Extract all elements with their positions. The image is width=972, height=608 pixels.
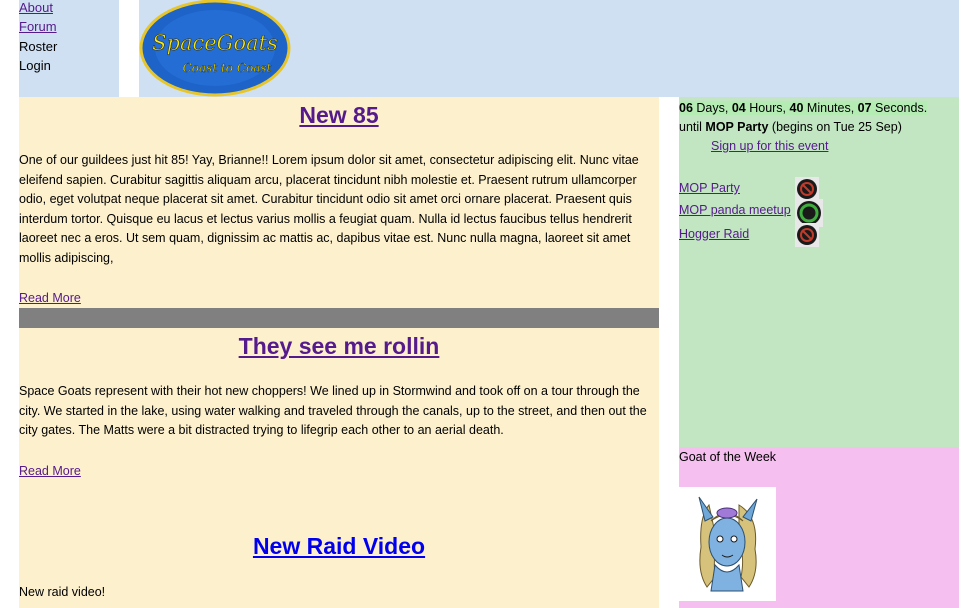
post-body-new-85: One of our guildees just hit 85! Yay, Br…: [19, 153, 639, 265]
header-banner: SpaceGoats Coast to Coast: [139, 0, 959, 97]
event-link-hogger-raid[interactable]: Hogger Raid: [679, 227, 749, 241]
signup-event-link[interactable]: Sign up for this event: [711, 139, 828, 153]
event-link-mop-party[interactable]: MOP Party: [679, 181, 740, 195]
post-title-they-see-me-rollin[interactable]: They see me rollin: [19, 333, 659, 360]
nav-roster-link[interactable]: Roster: [19, 39, 57, 55]
read-more-link[interactable]: Read More: [19, 291, 81, 305]
post-body-they-see-me-rollin: Space Goats represent with their hot new…: [19, 384, 647, 438]
nav-login-link[interactable]: Login: [19, 58, 51, 74]
event-status-icon: [795, 223, 819, 247]
event-row: MOP panda meetup: [679, 199, 959, 227]
countdown-timer: 06 Days, 04 Hours, 40 Minutes, 07 Second…: [679, 101, 928, 115]
post-divider: [19, 308, 659, 328]
nav-sidebar: About Forum Roster Login: [19, 0, 119, 97]
post-title-new-85[interactable]: New 85: [19, 102, 659, 129]
logo-line1-text: SpaceGoats: [152, 31, 278, 55]
goat-of-the-week-title: Goat of the Week: [679, 450, 777, 464]
event-status-icon: [795, 177, 819, 201]
event-row: MOP Party: [679, 177, 959, 201]
read-more-link[interactable]: Read More: [19, 464, 81, 478]
event-row: Hogger Raid: [679, 223, 959, 247]
post-body-new-raid-video: New raid video!: [19, 585, 106, 599]
event-link-mop-panda-meetup[interactable]: MOP panda meetup: [679, 203, 791, 217]
goat-of-the-week-portrait[interactable]: [679, 487, 776, 601]
nav-forum-link[interactable]: Forum: [19, 19, 57, 35]
goat-of-the-week-panel: Goat of the Week: [679, 447, 959, 608]
logo-line2-text: Coast to Coast: [183, 61, 272, 75]
countdown-event-name: MOP Party: [705, 120, 769, 134]
guild-logo[interactable]: SpaceGoats Coast to Coast: [139, 0, 291, 98]
nav-about-link[interactable]: About: [19, 0, 53, 16]
post-title-new-raid-video[interactable]: New Raid Video: [19, 533, 659, 560]
events-panel: 06 Days, 04 Hours, 40 Minutes, 07 Second…: [679, 97, 959, 447]
event-countdown: 06 Days, 04 Hours, 40 Minutes, 07 Second…: [679, 101, 928, 134]
news-feed: New 85 One of our guildees just hit 85! …: [19, 97, 659, 608]
